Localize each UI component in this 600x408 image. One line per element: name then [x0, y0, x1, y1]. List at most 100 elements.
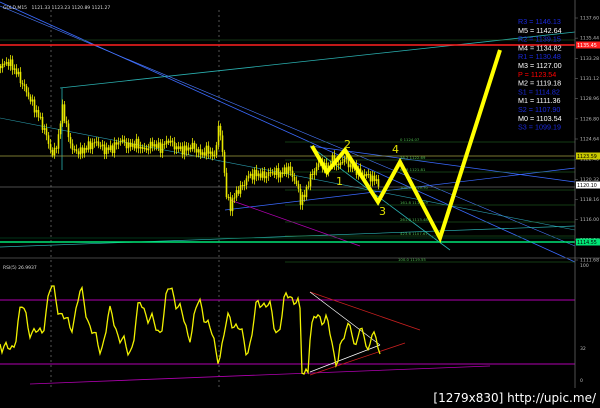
- candle-body: [17, 71, 20, 75]
- candle-body: [65, 120, 68, 124]
- candle-body: [211, 151, 214, 157]
- candle-body: [11, 59, 14, 70]
- ohlc-prices: 1121.33 1123.23 1120.89 1121.27: [31, 5, 110, 11]
- rsi-label: RSI(5) 26.9937: [3, 265, 37, 271]
- candle-body: [189, 147, 192, 150]
- candle-body: [313, 171, 316, 175]
- candle-body: [5, 62, 8, 64]
- candle-body: [203, 152, 206, 156]
- candle-body: [159, 142, 162, 153]
- fib-level-label: 38.2 1122.69: [400, 155, 426, 160]
- candle-body: [275, 168, 278, 175]
- candle-body: [3, 63, 6, 65]
- candle-body: [145, 147, 148, 151]
- candle-body: [67, 123, 70, 138]
- candle-body: [363, 174, 366, 177]
- pivot-level-s1: S1 = 1114.82: [518, 87, 560, 96]
- candle-body: [247, 175, 250, 179]
- candle-body: [197, 149, 200, 153]
- candle-body: [181, 146, 184, 155]
- candle-body: [21, 83, 24, 85]
- candle-body: [295, 180, 298, 184]
- candle-body: [193, 142, 196, 149]
- candle-body: [277, 168, 280, 178]
- candle-body: [307, 186, 310, 188]
- candle-body: [215, 145, 218, 155]
- candle-body: [109, 145, 112, 151]
- candle-body: [127, 142, 130, 149]
- wave-label-1: 1: [336, 175, 343, 188]
- candle-body: [171, 140, 174, 142]
- candle-body: [57, 134, 60, 149]
- candle-body: [297, 183, 300, 189]
- candle-body: [111, 145, 114, 154]
- candle-body: [367, 173, 370, 175]
- price-axis-label: 1116.00: [580, 217, 599, 223]
- candle-body: [13, 68, 16, 70]
- wave-label-4: 4: [392, 143, 399, 156]
- candle-body: [43, 128, 46, 130]
- candle-body: [7, 62, 10, 67]
- candle-body: [63, 104, 66, 121]
- pivot-level-m1: M1 = 1111.36: [518, 96, 561, 105]
- candle-body: [31, 99, 34, 102]
- candle-body: [117, 142, 120, 145]
- candle-body: [107, 147, 110, 151]
- fib-level-label: 0 1124.07: [400, 137, 420, 142]
- candle-body: [125, 142, 128, 149]
- price-axis-label: 1118.16: [580, 197, 599, 203]
- candle-body: [79, 147, 82, 155]
- candle-body: [103, 144, 106, 155]
- candle-body: [273, 172, 276, 175]
- candle-body: [311, 174, 314, 176]
- fib-level-label: 423.6 1107.67: [400, 231, 428, 236]
- candle-body: [343, 159, 346, 163]
- candle-body: [217, 125, 220, 146]
- candle-body: [375, 179, 378, 182]
- candle-body: [105, 147, 108, 155]
- pivot-level-m3: M3 = 1127.00: [518, 61, 562, 70]
- candle-body: [237, 190, 240, 194]
- candle-body: [259, 173, 262, 178]
- candle-body: [91, 142, 94, 150]
- candle-body: [187, 147, 190, 151]
- candle-body: [255, 169, 258, 177]
- candle-body: [243, 185, 246, 187]
- candle-body: [221, 135, 224, 152]
- candle-body: [137, 138, 140, 149]
- candle-body: [87, 141, 90, 150]
- candle-body: [61, 104, 64, 124]
- candle-body: [135, 138, 138, 149]
- wave-label-2: 2: [344, 138, 351, 151]
- candle-body: [73, 149, 76, 151]
- pivot-level-r1: R1 = 1130.48: [518, 52, 561, 61]
- watermark: [1279x830] http://upic.me/: [433, 391, 596, 405]
- candle-body: [165, 140, 168, 145]
- candle-body: [131, 143, 134, 147]
- candle-body: [51, 149, 54, 156]
- candle-body: [155, 144, 158, 148]
- price-axis-label: 1131.12: [580, 76, 599, 82]
- candle-body: [75, 149, 78, 152]
- candle-body: [245, 178, 248, 186]
- candle-body: [371, 175, 374, 182]
- candle-body: [121, 139, 124, 142]
- candle-body: [225, 172, 228, 198]
- candle-body: [19, 71, 22, 84]
- pivot-level-s2: S2 = 1107.90: [518, 105, 560, 114]
- candle-body: [195, 148, 198, 153]
- candle-body: [25, 86, 28, 93]
- candle-body: [365, 173, 368, 177]
- price-axis-label: 1128.96: [580, 96, 599, 102]
- candle-body: [169, 140, 172, 143]
- candle-body: [0, 66, 2, 69]
- candle-body: [41, 116, 44, 130]
- candle-body: [27, 92, 30, 97]
- candle-body: [81, 147, 84, 154]
- candle-body: [315, 167, 318, 172]
- pivot-level-r3: R3 = 1146.13: [518, 17, 561, 26]
- candle-body: [235, 190, 238, 198]
- candle-body: [239, 185, 242, 194]
- axis-price-marker-label: 1135.45: [577, 43, 597, 49]
- candle-body: [229, 196, 232, 212]
